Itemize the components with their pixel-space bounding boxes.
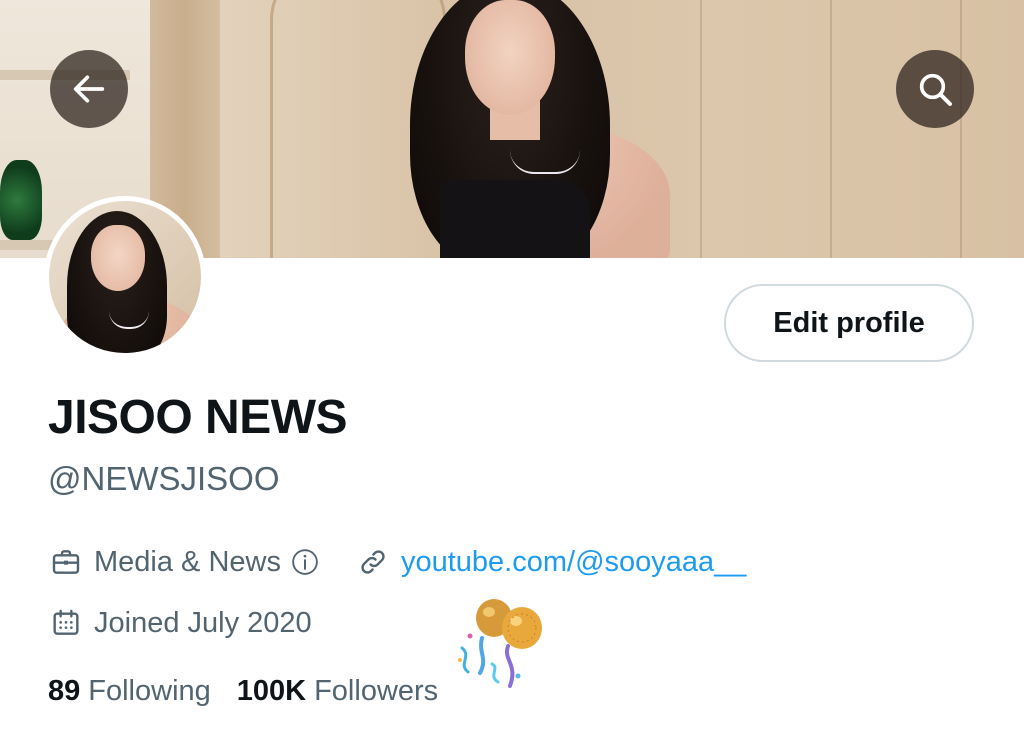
- profile-page: Edit profile JISOO NEWS @NEWSJISOO Media…: [0, 0, 1024, 756]
- following-count: 89: [48, 675, 81, 707]
- joined-row: Joined July 2020: [48, 605, 312, 641]
- banner-vase: [0, 160, 42, 240]
- calendar-icon: [48, 605, 84, 641]
- back-button[interactable]: [50, 50, 128, 128]
- following-stat[interactable]: 89 Following: [48, 675, 211, 708]
- followers-count: 100K: [236, 675, 307, 707]
- info-icon[interactable]: [289, 546, 321, 578]
- joined-date: Joined July 2020: [94, 606, 312, 639]
- following-label: Following: [88, 675, 211, 707]
- display-name: JISOO NEWS: [48, 391, 348, 444]
- briefcase-icon: [48, 544, 84, 580]
- avatar[interactable]: [44, 196, 206, 358]
- website-link[interactable]: youtube.com/@sooyaaa__: [401, 546, 746, 579]
- banner-person: [410, 0, 670, 258]
- follow-stats: 89 Following 100K Followers: [48, 675, 438, 708]
- website-link-item[interactable]: youtube.com/@sooyaaa__: [355, 544, 746, 580]
- edit-profile-button[interactable]: Edit profile: [724, 284, 974, 362]
- balloons-icon: [448, 598, 548, 698]
- user-handle: @NEWSJISOO: [48, 460, 280, 497]
- link-icon: [355, 544, 391, 580]
- profile-meta-row: Media & News youtube.com/@sooyaaa__: [48, 544, 746, 580]
- arrow-left-icon: [69, 69, 109, 109]
- search-button[interactable]: [896, 50, 974, 128]
- followers-stat[interactable]: 100K Followers: [237, 675, 438, 708]
- category-label: Media & News: [94, 545, 281, 578]
- followers-label: Followers: [314, 675, 439, 707]
- search-icon: [915, 69, 955, 109]
- category-item: Media & News: [48, 544, 321, 580]
